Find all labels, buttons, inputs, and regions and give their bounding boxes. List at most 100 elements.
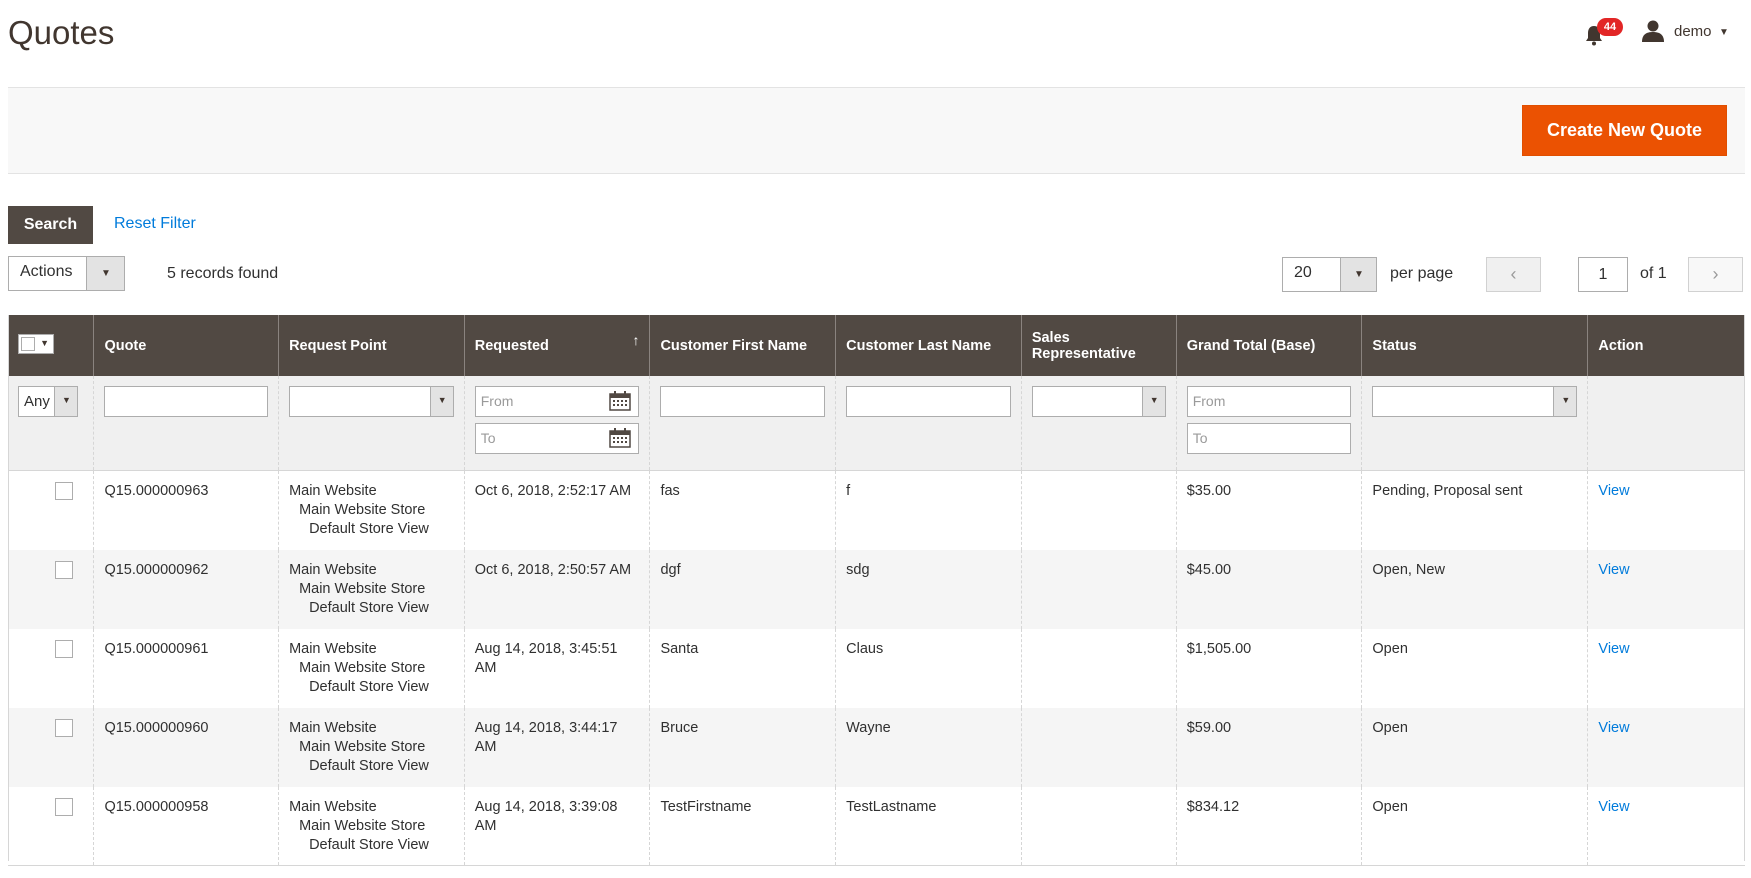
actions-dropdown-toggle[interactable]: ▼	[86, 257, 124, 290]
filter-cell-requested: From To	[463, 376, 650, 471]
cell-first-name: TestFirstname	[649, 786, 836, 866]
filter-quote-input[interactable]	[104, 386, 269, 417]
filter-grand-total-to-input[interactable]: To	[1186, 423, 1352, 454]
actions-dropdown-label: Actions	[20, 263, 73, 280]
cell-first-name-text: TestFirstname	[660, 798, 752, 815]
cell-sales-rep	[1020, 549, 1177, 629]
filter-request-point-toggle[interactable]: ▼	[429, 387, 453, 416]
per-page-toggle[interactable]: ▼	[1340, 258, 1376, 291]
column-header-status[interactable]: Status	[1361, 315, 1588, 376]
mass-select-dropdown[interactable]: ▼	[18, 333, 54, 354]
store-view: Default Store View	[309, 836, 429, 853]
cell-requested: Oct 6, 2018, 2:52:17 AM	[463, 470, 650, 550]
column-header-customer-first-name[interactable]: Customer First Name	[649, 315, 836, 376]
next-page-button[interactable]: ›	[1688, 257, 1743, 292]
cell-select	[8, 470, 94, 550]
store-view: Default Store View	[309, 521, 429, 537]
reset-filter-link[interactable]: Reset Filter	[114, 215, 196, 233]
view-link[interactable]: View	[1598, 720, 1629, 736]
filter-sales-rep-toggle[interactable]: ▼	[1141, 387, 1165, 416]
cell-first-name: dgf	[649, 549, 836, 629]
cell-grand-total-text: $834.12	[1186, 798, 1240, 815]
view-link[interactable]: View	[1598, 641, 1629, 657]
store-view: Default Store View	[309, 678, 429, 695]
filter-requested-to-input[interactable]: To	[474, 423, 640, 454]
page-number-input[interactable]: 1	[1578, 257, 1628, 292]
cell-first-name: fas	[649, 470, 836, 550]
caret-down-icon: ▼	[62, 395, 71, 405]
cell-grand-total: $59.00	[1175, 707, 1362, 787]
row-checkbox[interactable]	[55, 718, 73, 737]
per-page-label: per page	[1390, 265, 1454, 282]
cell-status: Pending, Proposal sent	[1361, 470, 1588, 550]
search-button[interactable]: Search	[8, 206, 93, 244]
store-website: Main Website	[289, 561, 377, 578]
table-row: Q15.000000961 Main Website Main Website St…	[8, 628, 1745, 708]
cell-first-name: Bruce	[649, 707, 836, 787]
calendar-icon[interactable]	[609, 428, 632, 448]
row-checkbox[interactable]	[55, 482, 73, 500]
cell-first-name-text: dgf	[660, 561, 681, 578]
cell-sales-rep	[1020, 470, 1177, 550]
chevron-left-icon: ‹	[1510, 264, 1517, 284]
filter-status-select[interactable]: ▼	[1372, 386, 1578, 417]
store-website: Main Website	[289, 483, 377, 499]
cell-quote: Q15.000000960	[93, 707, 279, 787]
cell-requested: Aug 14, 2018, 3:45:51 AM	[463, 628, 650, 708]
column-header-request-point[interactable]: Request Point	[278, 315, 465, 376]
cell-quote-text: Q15.000000962	[104, 561, 209, 578]
user-menu-name[interactable]: demo	[1674, 23, 1712, 40]
column-header-grand-total[interactable]: Grand Total (Base)	[1175, 315, 1362, 376]
view-link[interactable]: View	[1598, 799, 1629, 815]
page-title: Quotes	[8, 14, 115, 51]
cell-sales-rep	[1020, 786, 1177, 866]
store-website: Main Website	[289, 798, 377, 815]
column-header-requested[interactable]: Requested ↑	[463, 315, 650, 376]
filter-any-toggle[interactable]: ▼	[54, 387, 77, 416]
row-checkbox[interactable]	[55, 560, 73, 579]
filter-any-select[interactable]: Any ▼	[18, 386, 78, 417]
store-name: Main Website Store	[299, 659, 426, 676]
cell-grand-total: $834.12	[1175, 786, 1362, 866]
filter-requested-from-input[interactable]: From	[474, 386, 640, 417]
cell-request-point: Main Website Main Website Store Default St…	[278, 786, 465, 866]
store-website: Main Website	[289, 719, 377, 736]
filter-sales-rep-select[interactable]: ▼	[1031, 386, 1166, 417]
quotes-grid: ▼ Quote Request Point Requested ↑ Custom…	[8, 315, 1745, 866]
cell-quote: Q15.000000961	[93, 628, 279, 708]
row-checkbox[interactable]	[55, 797, 73, 816]
mass-select-header[interactable]: ▼	[8, 315, 94, 376]
column-header-quote[interactable]: Quote	[93, 315, 279, 376]
store-view: Default Store View	[309, 599, 429, 616]
cell-status-text: Open	[1372, 640, 1408, 657]
previous-page-button[interactable]: ‹	[1486, 257, 1541, 292]
view-link[interactable]: View	[1598, 483, 1629, 499]
filter-cell-sales-rep: ▼	[1020, 376, 1177, 471]
create-new-quote-button[interactable]: Create New Quote	[1522, 105, 1727, 156]
cell-sales-rep	[1020, 707, 1177, 787]
user-icon[interactable]	[1641, 20, 1665, 42]
grid-header-row: ▼ Quote Request Point Requested ↑ Custom…	[8, 315, 1745, 376]
notification-count-badge[interactable]: 44	[1597, 18, 1623, 36]
filter-last-name-input[interactable]	[846, 386, 1011, 417]
row-checkbox[interactable]	[55, 639, 73, 658]
caret-down-icon[interactable]: ▼	[1719, 27, 1729, 38]
view-link[interactable]: View	[1598, 562, 1629, 578]
filter-status-toggle[interactable]: ▼	[1553, 387, 1577, 416]
filter-requested-to-placeholder: To	[480, 430, 496, 446]
calendar-icon[interactable]	[609, 391, 632, 411]
cell-status: Open	[1361, 707, 1588, 787]
mass-select-checkbox[interactable]	[21, 336, 35, 351]
filter-grand-total-from-input[interactable]: From	[1186, 386, 1352, 417]
filter-first-name-input[interactable]	[660, 386, 826, 417]
column-header-sales-representative[interactable]: Sales Representative	[1020, 315, 1177, 376]
column-header-customer-last-name[interactable]: Customer Last Name	[835, 315, 1022, 376]
filter-request-point-select[interactable]: ▼	[289, 386, 454, 417]
cell-quote: Q15.000000963	[93, 470, 279, 550]
cell-requested-text: Aug 14, 2018, 3:39:08 AM	[474, 798, 618, 834]
column-header-requested-label: Requested	[474, 337, 549, 354]
sort-arrow-icon: ↑	[632, 332, 640, 348]
page-total-label: of 1	[1640, 265, 1667, 282]
records-found-count: 5 records found	[167, 265, 279, 282]
filter-cell-grand-total: From To	[1175, 376, 1362, 471]
